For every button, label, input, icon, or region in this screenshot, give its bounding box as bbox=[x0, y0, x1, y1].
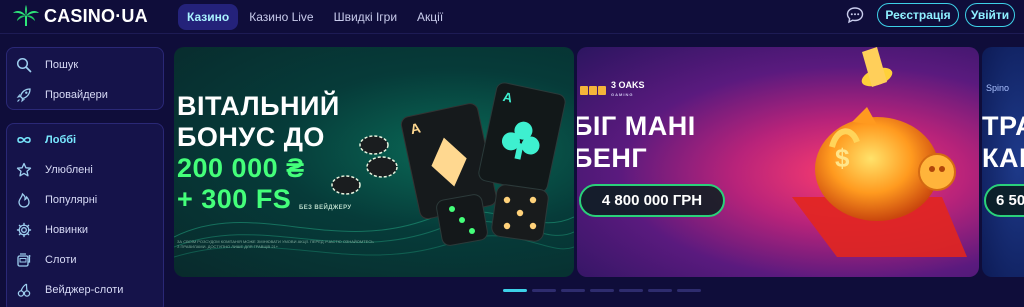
register-button[interactable]: Реєстрація bbox=[877, 3, 959, 27]
carousel-dot[interactable] bbox=[619, 289, 643, 292]
banner-fine-print: ЗА СВОЇМ РОЗСУДОМ КОМПАНІЯ МОЖЕ ЗМІНЮВАТ… bbox=[177, 239, 374, 249]
carousel-dot[interactable] bbox=[561, 289, 585, 292]
provider-name: Spino bbox=[986, 83, 1010, 93]
tab-casino-live[interactable]: Казино Live bbox=[240, 4, 322, 30]
banner-free-spins: + 300 FS bbox=[177, 184, 292, 214]
slot-machine-icon bbox=[17, 253, 31, 267]
sidebar-item-label: Улюблені bbox=[45, 164, 93, 176]
banner-prize-pill: 6 50 bbox=[984, 184, 1024, 217]
provider-name-block: 3 OAKS GAMING bbox=[611, 81, 645, 99]
logo-text: CASINO·UA bbox=[44, 5, 148, 26]
banner-prize-pill: 4 800 000 ГРН bbox=[579, 184, 725, 217]
sidebar-item-search[interactable]: Пошук bbox=[7, 50, 165, 80]
sidebar-item-new[interactable]: Новинки bbox=[7, 215, 165, 245]
playing-card-club: A bbox=[478, 82, 566, 193]
sidebar-item-label: Вейджер-слоти bbox=[45, 284, 124, 296]
star-icon bbox=[16, 162, 32, 177]
carousel-dot[interactable] bbox=[532, 289, 556, 292]
sidebar-item-slots[interactable]: Слоти bbox=[7, 245, 165, 275]
chat-icon[interactable] bbox=[846, 6, 864, 24]
carousel-pagination bbox=[503, 289, 706, 292]
carousel-dot[interactable] bbox=[590, 289, 614, 292]
oak-box-icon bbox=[589, 85, 597, 95]
sidebar-item-popular[interactable]: Популярні bbox=[7, 185, 165, 215]
provider-logo: 3 OAKS GAMING bbox=[580, 81, 645, 99]
sidebar-item-label: Слоти bbox=[45, 254, 77, 266]
banner-title-line: БОНУС ДО bbox=[177, 122, 325, 152]
tab-casino[interactable]: Казино bbox=[178, 4, 239, 30]
main-nav: Казино Казино Live Швидкі Ігри Акції bbox=[178, 0, 454, 34]
oak-box-icon bbox=[580, 85, 588, 95]
sidebar-item-label: Новинки bbox=[45, 224, 89, 236]
sidebar-item-label: Пошук bbox=[45, 59, 79, 71]
sidebar-item-lobby[interactable]: Лоббі bbox=[7, 125, 165, 155]
sidebar-item-label: Популярні bbox=[45, 194, 98, 206]
sidebar-item-wager-slots[interactable]: Вейджер-слоти bbox=[7, 275, 165, 305]
search-icon bbox=[16, 57, 32, 73]
carousel-dot[interactable] bbox=[648, 289, 672, 292]
banner-title-line: БІГ МАНІ bbox=[577, 111, 696, 141]
carousel-dot[interactable] bbox=[677, 289, 701, 292]
rocket-icon bbox=[16, 88, 31, 103]
banner-title-line: КАН bbox=[982, 143, 1024, 173]
tab-promotions[interactable]: Акції bbox=[408, 4, 452, 30]
provider-name: 3 OAKS bbox=[611, 80, 645, 90]
banner-title-line: ТРА bbox=[982, 111, 1024, 141]
sidebar-item-favorites[interactable]: Улюблені bbox=[7, 155, 165, 185]
banner-bonus-amount: 200 000 ₴ bbox=[177, 153, 305, 183]
sidebar-item-label: Провайдери bbox=[45, 89, 108, 101]
svg-text:$: $ bbox=[835, 143, 850, 173]
infinity-icon bbox=[17, 137, 31, 143]
fire-icon bbox=[18, 192, 30, 208]
banner-title-line: БЕНГ bbox=[577, 143, 648, 173]
provider-subtitle: GAMING bbox=[611, 92, 634, 97]
tab-fast-games[interactable]: Швидкі Ігри bbox=[325, 4, 406, 30]
big-money-bang-banner[interactable]: $ 3 OAKS GAMING БІГ МАНІ БЕНГ 4 800 000 … bbox=[577, 47, 979, 277]
sidebar-item-label: Лоббі bbox=[45, 134, 77, 146]
logo[interactable]: CASINO·UA bbox=[12, 4, 148, 28]
sidebar-item-providers[interactable]: Провайдери bbox=[7, 80, 165, 110]
carousel-dot[interactable] bbox=[503, 289, 527, 292]
gear-icon bbox=[16, 222, 32, 238]
palm-leaf-icon bbox=[13, 5, 39, 26]
sidebar-categories-card: Лоббі Улюблені Популярні Новинки Слоти В… bbox=[6, 123, 164, 307]
sidebar-top-card: Пошук Провайдери bbox=[6, 47, 164, 110]
banner-title-line: ВІТАЛЬНИЙ bbox=[177, 91, 340, 121]
welcome-bonus-banner[interactable]: A A ВІТАЛЬНИЙ БОНУС ДО 200 000 ₴ + 300 F… bbox=[174, 47, 574, 277]
oak-box-icon bbox=[598, 85, 606, 95]
cherry-icon bbox=[17, 283, 31, 297]
third-promo-banner[interactable]: Spino ТРА КАН 6 50 bbox=[982, 47, 1024, 277]
login-button[interactable]: Увійти bbox=[965, 3, 1015, 27]
top-header: CASINO·UA Казино Казино Live Швидкі Ігри… bbox=[0, 0, 1024, 34]
banner-no-wager-note: БЕЗ ВЕЙДЖЕРУ bbox=[299, 205, 352, 211]
